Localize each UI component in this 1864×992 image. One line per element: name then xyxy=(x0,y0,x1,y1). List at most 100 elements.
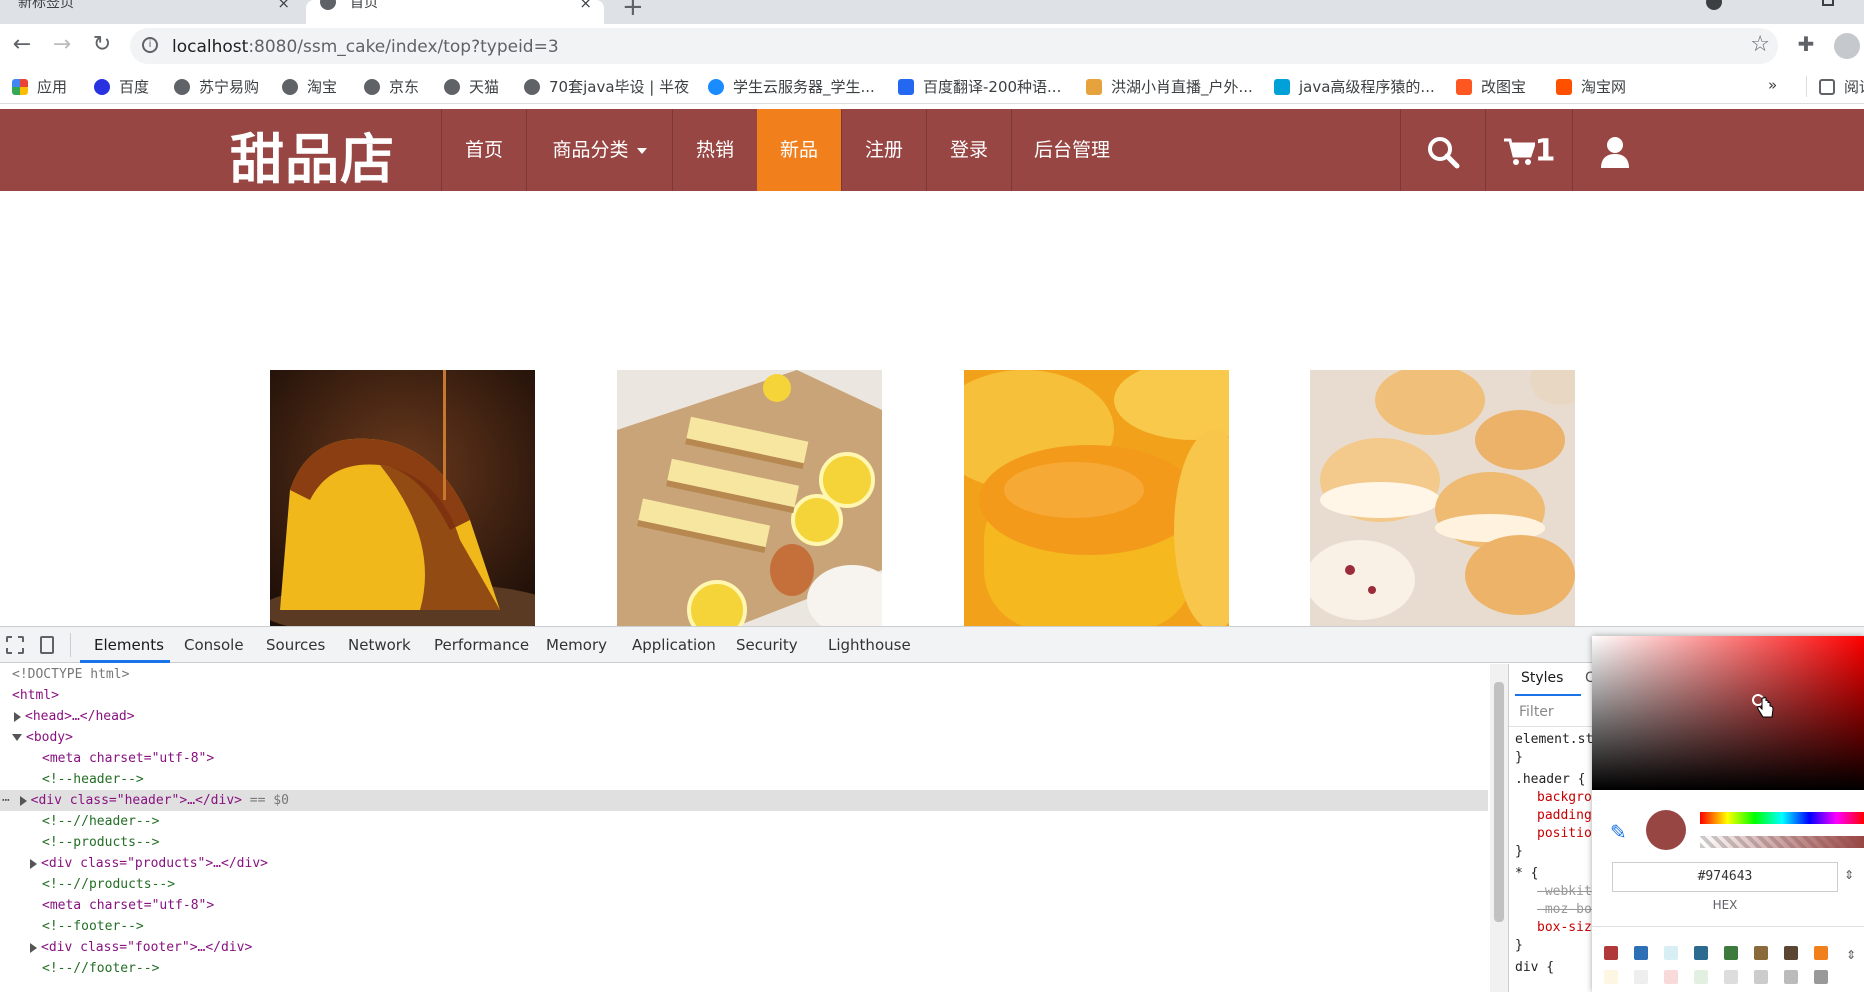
expand-triangle-icon[interactable] xyxy=(30,858,37,869)
device-toolbar-icon[interactable] xyxy=(40,636,54,654)
close-tab-icon[interactable]: × xyxy=(277,0,290,11)
nav-hot[interactable]: 热销 xyxy=(673,109,757,191)
elements-scrollbar[interactable] xyxy=(1490,664,1508,992)
tab-performance[interactable]: Performance xyxy=(434,636,529,654)
dom-node[interactable]: <head>…</head> xyxy=(14,706,135,727)
site-logo[interactable]: 甜品店 xyxy=(230,115,395,194)
palette-switch-icon[interactable]: ⇕ xyxy=(1846,948,1856,962)
reload-icon[interactable]: ↻ xyxy=(88,32,116,57)
inspect-element-icon[interactable] xyxy=(6,636,24,654)
collapse-triangle-icon[interactable] xyxy=(12,734,22,741)
palette-swatch[interactable] xyxy=(1694,970,1708,984)
dom-node[interactable]: <meta charset="utf-8"> xyxy=(42,748,214,769)
bookmark-student-cloud[interactable]: 学生云服务器_学生... xyxy=(708,76,875,97)
tab-styles[interactable]: Styles xyxy=(1521,670,1563,686)
bookmark-baidu-translate[interactable]: 百度翻译-200种语... xyxy=(898,76,1061,97)
product-card[interactable] xyxy=(617,370,882,626)
tab-lighthouse[interactable]: Lighthouse xyxy=(828,636,911,654)
palette-swatch[interactable] xyxy=(1634,946,1648,960)
address-bar[interactable]: i localhost:8080/ssm_cake/index/top?type… xyxy=(130,28,1778,64)
bookmark-baidu[interactable]: 百度 xyxy=(94,76,149,97)
expand-triangle-icon[interactable] xyxy=(30,942,37,953)
palette-swatch[interactable] xyxy=(1814,946,1828,960)
nav-categories[interactable]: 商品分类 xyxy=(527,109,672,191)
scrollbar-thumb[interactable] xyxy=(1494,682,1504,922)
palette-swatch[interactable] xyxy=(1664,970,1678,984)
palette-swatch[interactable] xyxy=(1724,946,1738,960)
expand-triangle-icon[interactable] xyxy=(14,711,21,722)
palette-swatch[interactable] xyxy=(1604,946,1618,960)
tab-elements[interactable]: Elements xyxy=(94,636,164,654)
nav-admin[interactable]: 后台管理 xyxy=(1012,109,1132,191)
style-property[interactable]: box-siz xyxy=(1537,920,1592,935)
product-card[interactable] xyxy=(270,370,535,626)
bookmark-gaitubao[interactable]: 改图宝 xyxy=(1456,76,1526,97)
profile-dot-icon[interactable] xyxy=(1706,0,1722,10)
tab-console[interactable]: Console xyxy=(184,636,244,654)
bookmark-star-icon[interactable]: ☆ xyxy=(1750,32,1770,57)
tab-application[interactable]: Application xyxy=(632,636,716,654)
product-card[interactable] xyxy=(1310,370,1575,626)
bookmark-apps[interactable]: 应用 xyxy=(12,76,67,97)
palette-swatch[interactable] xyxy=(1784,970,1798,984)
url-text[interactable]: localhost:8080/ssm_cake/index/top?typeid… xyxy=(172,37,559,57)
site-info-icon[interactable]: i xyxy=(142,37,158,53)
alpha-slider[interactable] xyxy=(1700,836,1864,848)
bookmark-jd[interactable]: 京东 xyxy=(364,76,419,97)
new-tab-button[interactable]: + xyxy=(622,0,644,22)
bookmark-suning[interactable]: 苏宁易购 xyxy=(174,76,259,97)
palette-swatch[interactable] xyxy=(1814,970,1828,984)
dom-node[interactable]: <!--header--> xyxy=(42,769,144,790)
dom-node[interactable]: <!--products--> xyxy=(42,832,159,853)
hex-input[interactable]: #974643 xyxy=(1612,862,1838,892)
dom-node[interactable]: <!--//header--> xyxy=(42,811,159,832)
nav-home[interactable]: 首页 xyxy=(442,109,526,191)
dom-node[interactable]: <!--footer--> xyxy=(42,916,144,937)
palette-swatch[interactable] xyxy=(1724,970,1738,984)
style-property[interactable]: -moz-bo xyxy=(1537,902,1592,917)
bookmark-taobao[interactable]: 淘宝 xyxy=(282,76,337,97)
tab-home[interactable]: 首页 × xyxy=(306,0,604,24)
saturation-value-area[interactable] xyxy=(1592,636,1864,790)
product-card[interactable] xyxy=(964,370,1229,626)
hue-slider[interactable] xyxy=(1700,812,1864,824)
more-bookmarks-button[interactable]: » xyxy=(1768,76,1777,94)
avatar[interactable] xyxy=(1834,33,1860,59)
dom-node[interactable]: <html> xyxy=(12,685,59,706)
reading-list-button[interactable]: 阅读 xyxy=(1806,76,1864,97)
style-property[interactable]: backgro xyxy=(1537,790,1592,805)
search-icon[interactable] xyxy=(1401,109,1485,191)
palette-swatch[interactable] xyxy=(1754,970,1768,984)
window-restore-icon[interactable] xyxy=(1822,0,1834,6)
bookmark-tmall[interactable]: 天猫 xyxy=(444,76,499,97)
tab-network[interactable]: Network xyxy=(348,636,411,654)
tab-sources[interactable]: Sources xyxy=(266,636,325,654)
tab-memory[interactable]: Memory xyxy=(546,636,607,654)
forward-icon[interactable]: → xyxy=(48,32,76,57)
dom-node[interactable]: <!--//footer--> xyxy=(42,958,159,979)
expand-triangle-icon[interactable] xyxy=(19,795,27,806)
dom-node[interactable]: <body> xyxy=(12,727,73,748)
close-tab-icon[interactable]: × xyxy=(579,0,592,11)
style-property[interactable]: padding xyxy=(1537,808,1592,823)
nav-login[interactable]: 登录 xyxy=(927,109,1011,191)
back-icon[interactable]: ← xyxy=(8,32,36,57)
bookmark-taobao-net[interactable]: 淘宝网 xyxy=(1556,76,1626,97)
extensions-icon[interactable]: ✚ xyxy=(1792,32,1820,56)
style-property[interactable]: positio xyxy=(1537,826,1592,841)
palette-swatch[interactable] xyxy=(1664,946,1678,960)
palette-swatch[interactable] xyxy=(1604,970,1618,984)
eyedropper-icon[interactable]: ✎ xyxy=(1610,820,1627,844)
dom-node[interactable]: <div class="products">…</div> xyxy=(30,853,268,874)
dom-node[interactable]: <!--//products--> xyxy=(42,874,175,895)
dom-node[interactable]: <meta charset="utf-8"> xyxy=(42,895,214,916)
tab-security[interactable]: Security xyxy=(736,636,798,654)
tab-new-tab[interactable]: 新标签页 × xyxy=(0,0,302,24)
nav-new[interactable]: 新品 xyxy=(757,109,841,191)
bookmark-live[interactable]: 洪湖小肖直播_户外... xyxy=(1086,76,1253,97)
dom-node[interactable]: <!DOCTYPE html> xyxy=(12,664,129,685)
dom-node-selected[interactable]: ⋯ <div class="header">…</div> == $0 xyxy=(0,790,1488,811)
cart-button[interactable]: 1 xyxy=(1486,109,1572,191)
user-icon[interactable] xyxy=(1573,109,1657,191)
dom-node[interactable]: <div class="footer">…</div> xyxy=(30,937,252,958)
